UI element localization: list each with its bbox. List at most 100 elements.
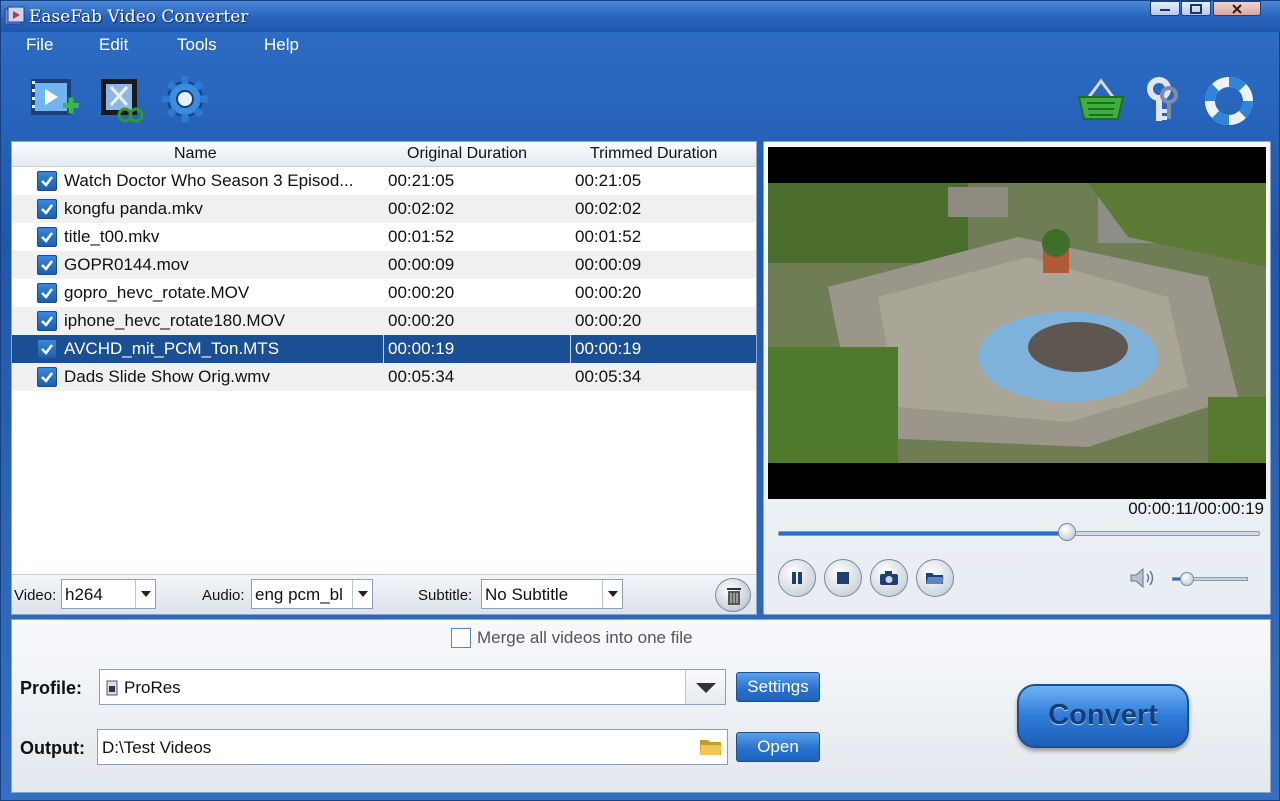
snapshot-button[interactable]: [870, 559, 908, 597]
row-checkbox[interactable]: [37, 171, 57, 191]
volume-icon[interactable]: [1128, 567, 1156, 589]
profile-select[interactable]: ProRes: [99, 669, 726, 705]
subtitle-track-label: Subtitle:: [418, 587, 473, 604]
trimmed-duration: 00:05:34: [575, 367, 642, 386]
seek-handle[interactable]: [1058, 523, 1076, 541]
merge-checkbox[interactable]: [451, 628, 471, 648]
minimize-button[interactable]: [1150, 1, 1180, 16]
settings-button[interactable]: Settings: [736, 672, 820, 702]
title-bar: EaseFab Video Converter: [1, 1, 1280, 32]
profile-label: Profile:: [20, 678, 83, 698]
stop-button[interactable]: [824, 559, 862, 597]
checkmark-icon: [41, 372, 53, 383]
add-video-icon[interactable]: [29, 73, 81, 125]
row-checkbox[interactable]: [37, 311, 57, 331]
menu-tools[interactable]: Tools: [177, 35, 217, 55]
file-name: Watch Doctor Who Season 3 Episod...: [64, 171, 354, 190]
trimmed-duration: 00:00:19: [575, 339, 642, 358]
menu-help[interactable]: Help: [264, 35, 299, 55]
original-duration: 00:00:20: [388, 311, 455, 330]
video-track-select[interactable]: h264: [61, 579, 156, 609]
row-checkbox[interactable]: [37, 339, 57, 359]
open-button[interactable]: Open: [736, 732, 820, 762]
subtitle-track-value: No Subtitle: [485, 585, 569, 604]
chevron-down-icon: [352, 580, 372, 608]
original-duration: 00:05:34: [388, 367, 455, 386]
pause-button[interactable]: [778, 559, 816, 597]
column-name-header[interactable]: Name: [174, 145, 217, 163]
preview-panel: 00:00:11/00:00:19: [763, 141, 1271, 615]
file-name: GOPR0144.mov: [64, 255, 189, 274]
video-frame-image: [768, 147, 1266, 499]
chevron-down-icon: [135, 580, 155, 608]
menu-file[interactable]: File: [26, 35, 53, 55]
maximize-button[interactable]: [1181, 1, 1211, 16]
seek-progress: [779, 532, 1068, 535]
table-row[interactable]: gopro_hevc_rotate.MOV 00:00:20 00:00:20: [12, 279, 756, 307]
open-snapshot-folder-button[interactable]: [916, 559, 954, 597]
original-duration: 00:00:20: [388, 283, 455, 302]
minimize-icon: [1160, 8, 1170, 11]
column-trimmed-duration-header[interactable]: Trimmed Duration: [590, 145, 717, 163]
row-checkbox[interactable]: [37, 283, 57, 303]
table-row[interactable]: Watch Doctor Who Season 3 Episod... 00:21…: [12, 167, 756, 195]
checkmark-icon: [41, 232, 53, 243]
toolbar: [1, 59, 1280, 139]
row-checkbox[interactable]: [37, 367, 57, 387]
file-name: gopro_hevc_rotate.MOV: [64, 283, 250, 302]
chevron-down-icon: [685, 670, 725, 704]
register-key-icon[interactable]: [1139, 75, 1191, 127]
original-duration: 00:21:05: [388, 171, 455, 190]
folder-icon: [926, 573, 944, 584]
original-duration: 00:00:09: [388, 255, 455, 274]
table-row[interactable]: title_t00.mkv 00:01:52 00:01:52: [12, 223, 756, 251]
table-row[interactable]: GOPR0144.mov 00:00:09 00:00:09: [12, 251, 756, 279]
checkmark-icon: [41, 344, 53, 355]
settings-gear-icon[interactable]: [159, 73, 211, 125]
audio-track-label: Audio:: [202, 587, 245, 604]
pause-icon: [792, 572, 802, 584]
help-lifebuoy-icon[interactable]: [1203, 75, 1255, 127]
table-row[interactable]: iphone_hevc_rotate180.MOV 00:00:20 00:00:2…: [12, 307, 756, 335]
close-icon: [1232, 3, 1242, 14]
file-list-panel: Name Original Duration Trimmed Duration …: [11, 141, 757, 615]
seek-bar[interactable]: [778, 531, 1260, 536]
checkmark-icon: [41, 204, 53, 215]
table-row[interactable]: Dads Slide Show Orig.wmv 00:05:34 00:05:34: [12, 363, 756, 391]
shopping-basket-icon[interactable]: [1075, 75, 1127, 127]
trimmed-duration: 00:21:05: [575, 171, 642, 190]
file-rows: Watch Doctor Who Season 3 Episod... 00:21…: [12, 167, 756, 391]
audio-track-value: eng pcm_bl: [255, 585, 343, 604]
app-logo-icon: [4, 6, 25, 25]
profile-value: ProRes: [124, 678, 181, 697]
camera-icon: [880, 571, 898, 585]
convert-button[interactable]: Convert: [1017, 684, 1189, 748]
original-duration: 00:02:02: [388, 199, 455, 218]
table-row[interactable]: kongfu panda.mkv 00:02:02 00:02:02: [12, 195, 756, 223]
trash-icon: [727, 588, 741, 605]
edit-video-icon[interactable]: [97, 73, 149, 125]
row-checkbox[interactable]: [37, 227, 57, 247]
track-selector-bar: Video: h264 Audio: eng pcm_bl Subtitle: …: [12, 574, 756, 614]
delete-button[interactable]: [715, 578, 751, 612]
video-track-label: Video:: [14, 587, 57, 604]
volume-handle[interactable]: [1180, 572, 1194, 586]
trimmed-duration: 00:00:09: [575, 255, 642, 274]
time-display: 00:00:11/00:00:19: [1128, 499, 1264, 518]
output-path-field[interactable]: D:\Test Videos: [97, 729, 728, 765]
merge-label: Merge all videos into one file: [477, 628, 693, 647]
audio-track-select[interactable]: eng pcm_bl: [251, 579, 373, 609]
table-row[interactable]: AVCHD_mit_PCM_Ton.MTS 00:00:19 00:00:19: [12, 335, 756, 363]
row-checkbox[interactable]: [37, 255, 57, 275]
subtitle-track-select[interactable]: No Subtitle: [481, 579, 623, 609]
output-label: Output:: [20, 738, 85, 758]
menu-edit[interactable]: Edit: [99, 35, 128, 55]
folder-icon[interactable]: [699, 737, 723, 757]
file-name: title_t00.mkv: [64, 227, 160, 246]
trimmed-duration: 00:01:52: [575, 227, 642, 246]
close-button[interactable]: [1213, 1, 1261, 16]
trimmed-duration: 00:00:20: [575, 283, 642, 302]
column-original-duration-header[interactable]: Original Duration: [407, 145, 527, 163]
row-checkbox[interactable]: [37, 199, 57, 219]
chevron-down-icon: [602, 580, 622, 608]
